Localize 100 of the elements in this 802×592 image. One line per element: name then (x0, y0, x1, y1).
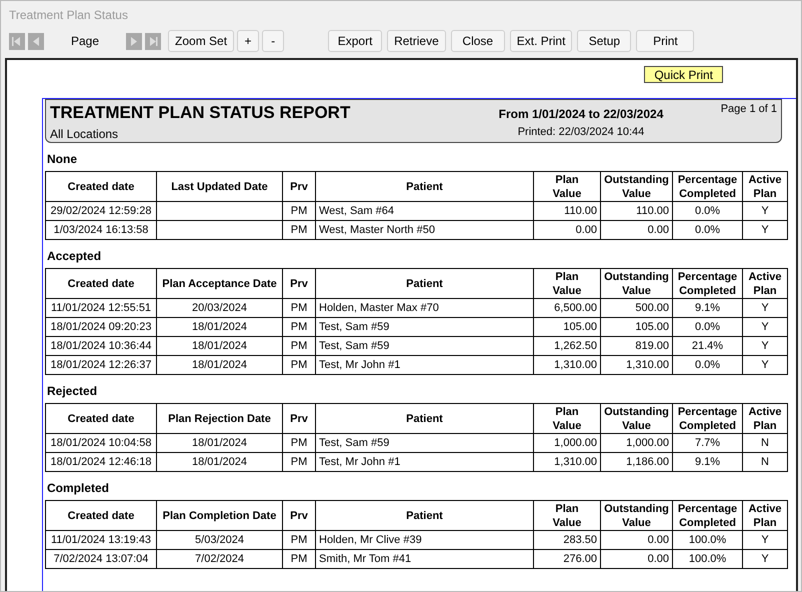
zoom-button[interactable]: Zoom Set (168, 30, 234, 52)
table-cell: 7.7% (672, 434, 742, 452)
table-cell: 18/01/2024 12:46:18 (46, 452, 156, 472)
section-title: Accepted (46, 248, 102, 265)
table-cell: PM (282, 336, 316, 356)
window-title: Treatment Plan Status (8, 7, 129, 24)
column-header: Active Plan (742, 172, 788, 202)
section-title: None (46, 151, 78, 168)
column-header: Percentage Completed (672, 172, 742, 202)
table-cell: 18/01/2024 (156, 434, 282, 452)
locations-label: All Locations (50, 127, 120, 141)
table-cell: 819.00 (600, 336, 672, 356)
table-cell: 18/01/2024 (156, 318, 282, 336)
column-header: Percentage Completed (672, 268, 742, 298)
column-header: Created date (46, 404, 156, 434)
table-cell: West, Sam #64 (316, 202, 534, 220)
table-cell: Holden, Master Max #70 (316, 298, 534, 318)
table-cell: 1,262.50 (534, 336, 600, 356)
table-cell: 0.00 (534, 220, 600, 240)
table-cell: 1,310.00 (534, 356, 600, 374)
next-page-icon[interactable] (145, 32, 162, 50)
table-cell: 100.0% (672, 530, 742, 550)
next-page-icon[interactable] (126, 32, 142, 50)
table-cell: Holden, Mr Clive #39 (316, 530, 534, 550)
table-cell: 110.00 (534, 202, 600, 220)
table-cell: 0.00 (600, 220, 672, 240)
column-header: Plan Acceptance Date (156, 268, 282, 298)
table-cell: 18/01/2024 (156, 356, 282, 374)
table-cell: 1,000.00 (534, 434, 600, 452)
column-header: Prv (282, 404, 316, 434)
column-header: Created date (46, 172, 156, 202)
toolbar-button[interactable]: Print (636, 30, 694, 52)
table-cell: West, Master North #50 (316, 220, 534, 240)
table-cell: 0.0% (672, 202, 742, 220)
column-header: Plan Value (534, 172, 600, 202)
table-cell: Smith, Mr Tom #41 (316, 550, 534, 568)
table-cell: 18/01/2024 09:20:23 (46, 318, 156, 336)
column-header: Active Plan (742, 404, 788, 434)
column-header: Plan Value (534, 500, 600, 530)
column-header: Active Plan (742, 500, 788, 530)
table-cell: 6,500.00 (534, 298, 600, 318)
table-cell: Test, Mr John #1 (316, 452, 534, 472)
table-cell: Y (742, 220, 788, 240)
toolbar-button[interactable]: Close (450, 30, 505, 52)
table-cell: 9.1% (672, 452, 742, 472)
section-title: Completed (46, 480, 110, 497)
table-cell: 1,310.00 (534, 452, 600, 472)
column-header: Outstanding Value (600, 172, 672, 202)
table-cell: N (742, 452, 788, 472)
table-cell: 1,186.00 (600, 452, 672, 472)
table-cell: N (742, 434, 788, 452)
toolbar-button[interactable]: Retrieve (387, 30, 446, 52)
table-cell: 9.1% (672, 298, 742, 318)
previous-page-icon[interactable] (28, 32, 44, 50)
table-cell: 18/01/2024 12:26:37 (46, 356, 156, 374)
table-cell: 0.0% (672, 318, 742, 336)
column-header: Percentage Completed (672, 500, 742, 530)
table-cell: 7/02/2024 13:07:04 (46, 550, 156, 568)
table-cell: 100.0% (672, 550, 742, 568)
table-cell: 276.00 (534, 550, 600, 568)
toolbar-button[interactable]: Setup (577, 30, 632, 52)
table-cell: PM (282, 530, 316, 550)
column-header: Plan Completion Date (156, 500, 282, 530)
quick-print-button[interactable]: Quick Print (644, 66, 723, 83)
table-cell: Y (742, 336, 788, 356)
column-header: Prv (282, 268, 316, 298)
table-cell: 11/01/2024 13:19:43 (46, 530, 156, 550)
toolbar-button[interactable]: Export (328, 30, 382, 52)
table-cell: PM (282, 356, 316, 374)
table-cell: 0.0% (672, 220, 742, 240)
table-cell: 105.00 (600, 318, 672, 336)
column-header: Outstanding Value (600, 500, 672, 530)
table-cell: Y (742, 202, 788, 220)
zoom-button[interactable]: + (237, 30, 260, 52)
date-range: From 1/01/2024 to 22/03/2024 (498, 107, 664, 121)
table-cell: PM (282, 202, 316, 220)
column-header: Patient (316, 268, 534, 298)
table-cell: 18/01/2024 (156, 336, 282, 356)
page-label: Page (71, 34, 100, 48)
page-number: Page 1 of 1 (720, 103, 777, 117)
zoom-button[interactable]: - (262, 30, 284, 52)
table-cell: 283.50 (534, 530, 600, 550)
table-cell: 105.00 (534, 318, 600, 336)
column-header: Patient (316, 500, 534, 530)
table-cell: PM (282, 452, 316, 472)
table-cell: 1/03/2024 16:13:58 (46, 220, 156, 240)
table-cell: PM (282, 220, 316, 240)
previous-page-icon[interactable] (9, 32, 25, 50)
column-header: Outstanding Value (600, 268, 672, 298)
table-cell: Test, Sam #59 (316, 434, 534, 452)
table-cell: 29/02/2024 12:59:28 (46, 202, 156, 220)
toolbar-button[interactable]: Ext. Print (510, 30, 572, 52)
table-cell: Y (742, 550, 788, 568)
table-cell: Y (742, 530, 788, 550)
column-header: Plan Value (534, 404, 600, 434)
table-cell: Y (742, 298, 788, 318)
table-cell: 18/01/2024 (156, 452, 282, 472)
column-header: Outstanding Value (600, 404, 672, 434)
table-cell: 1,310.00 (600, 356, 672, 374)
table-cell: Test, Sam #59 (316, 318, 534, 336)
